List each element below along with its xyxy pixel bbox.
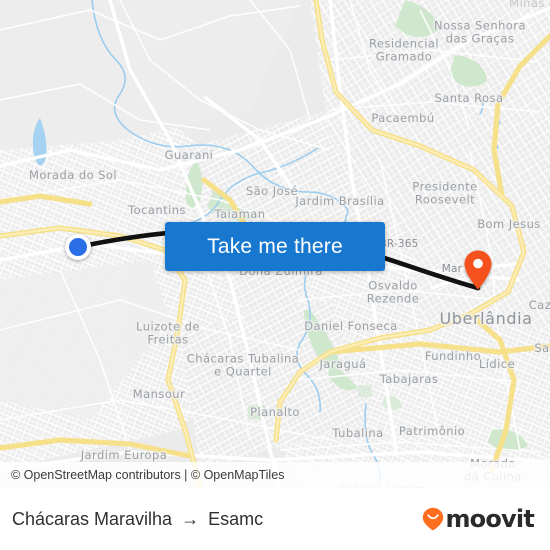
route-destination-label: Esamc — [208, 508, 264, 529]
map-attribution-bar: © OpenStreetMap contributors | © OpenMap… — [0, 462, 550, 488]
map-canvas[interactable]: Morada do Sol Guarani Tocantins Taiaman São … — [0, 0, 550, 488]
moovit-pin-icon — [423, 507, 444, 531]
origin-marker-dot[interactable] — [65, 234, 91, 260]
route-origin-label: Chácaras Maravilha — [12, 508, 173, 529]
route-summary: Chácaras Maravilha → Esamc — [12, 509, 263, 530]
arrow-right-icon: → — [181, 508, 200, 529]
moovit-wordmark: moovit — [445, 505, 534, 533]
destination-marker-pin[interactable] — [463, 249, 493, 291]
map-attribution-text: © OpenStreetMap contributors | © OpenMap… — [11, 468, 285, 482]
moovit-logo[interactable]: moovit — [422, 505, 535, 533]
take-me-there-button[interactable]: Take me there — [165, 222, 385, 271]
footer-bar: Chácaras Maravilha → Esamc moovit — [0, 488, 550, 550]
